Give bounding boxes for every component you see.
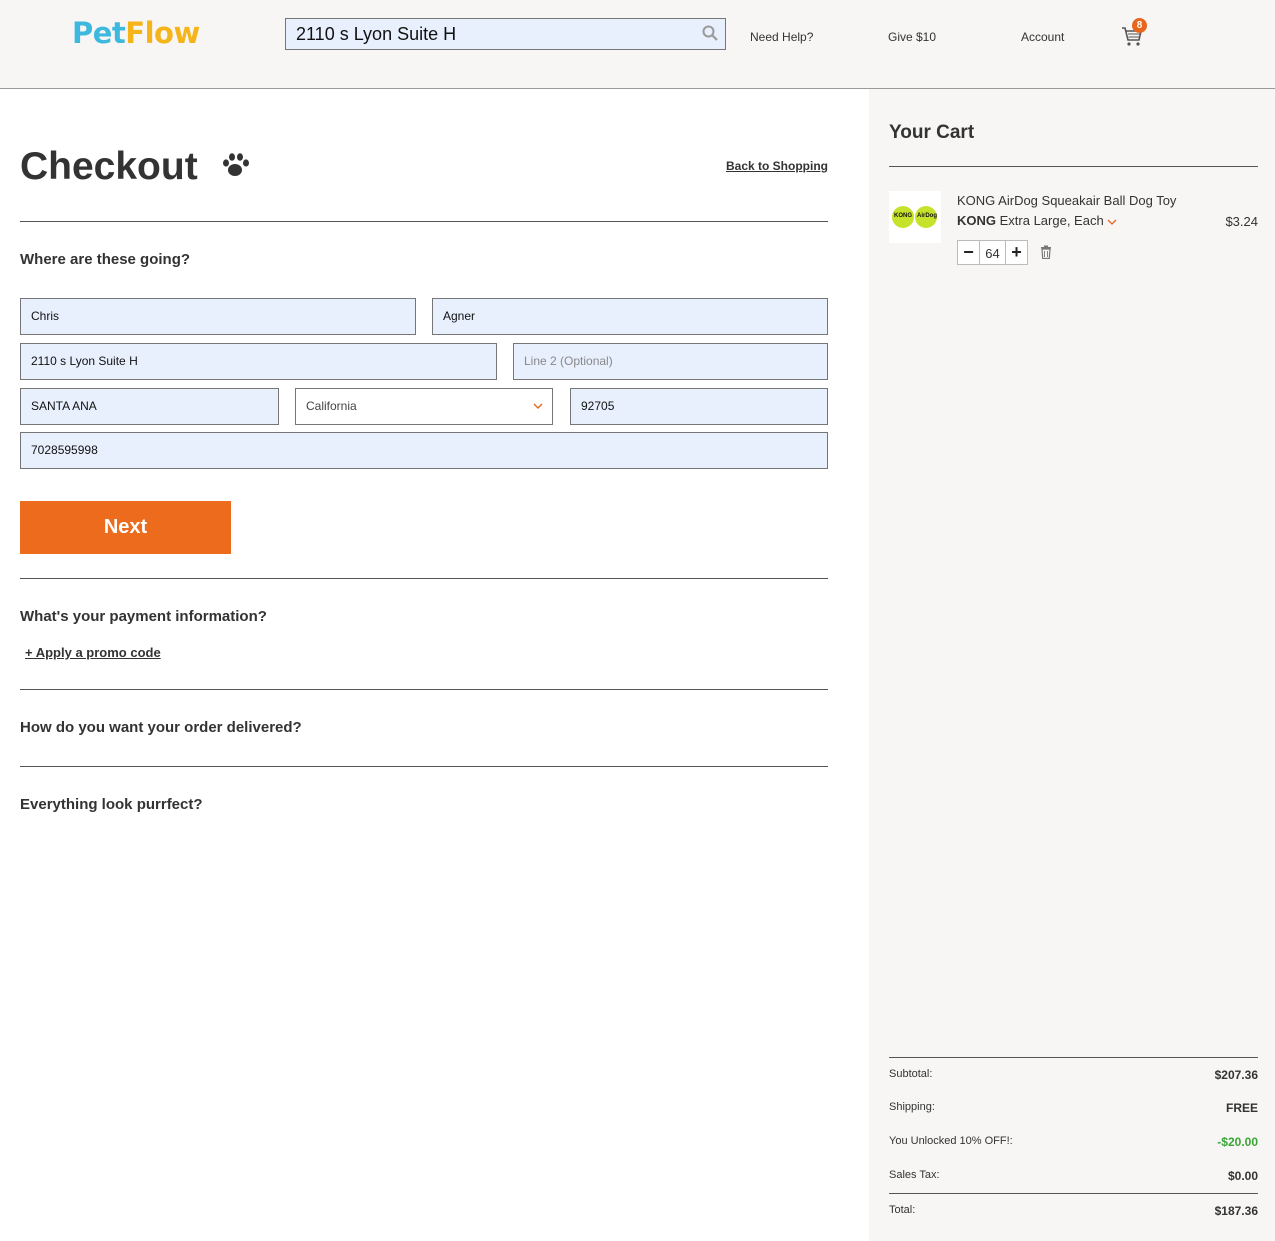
sales-tax-label: Sales Tax: — [889, 1169, 940, 1181]
product-thumbnail[interactable]: KONG AirDog — [889, 191, 941, 243]
back-to-shopping-link[interactable]: Back to Shopping — [726, 159, 828, 173]
search-icon[interactable] — [702, 25, 718, 41]
total-row: Total: $187.36 — [889, 1204, 1258, 1218]
divider — [889, 166, 1258, 167]
account-link[interactable]: Account — [1021, 30, 1064, 44]
paw-icon — [223, 153, 249, 176]
shipping-heading: Where are these going? — [20, 251, 191, 268]
logo-pet: Pet — [72, 16, 126, 50]
cart-item-brand: KONG — [957, 213, 996, 228]
trash-icon[interactable] — [1040, 245, 1052, 259]
sales-tax-value: $0.00 — [1227, 1169, 1258, 1183]
petflow-logo[interactable]: PetFlow — [72, 16, 200, 50]
need-help-link[interactable]: Need Help? — [750, 30, 813, 44]
minus-icon[interactable]: − — [958, 241, 980, 264]
search-input-value[interactable]: 2110 s Lyon Suite H — [296, 24, 456, 45]
review-heading: Everything look purrfect? — [20, 796, 203, 813]
payment-heading: What's your payment information? — [20, 608, 267, 625]
shipping-label: Shipping: — [889, 1101, 935, 1113]
search-input[interactable]: 2110 s Lyon Suite H — [285, 18, 726, 50]
cart-item-variant[interactable]: KONG Extra Large, Each — [957, 213, 1117, 228]
shipping-value: FREE — [1225, 1101, 1258, 1115]
city-field[interactable]: SANTA ANA — [20, 388, 279, 425]
apply-promo-code-link[interactable]: + Apply a promo code — [25, 645, 161, 660]
cart-sidebar: Your Cart KONG AirDog KONG AirDog Squeak… — [869, 89, 1275, 1241]
cart-item-price: $3.24 — [1225, 214, 1258, 229]
zip-field[interactable]: 92705 — [570, 388, 828, 425]
thumb-product-text: AirDog — [917, 213, 937, 219]
plus-icon[interactable]: + — [1005, 241, 1027, 264]
chevron-down-icon[interactable] — [1107, 217, 1117, 227]
state-select[interactable]: California — [295, 388, 553, 425]
page-title: Checkout — [20, 145, 198, 188]
shipping-row: Shipping: FREE — [889, 1101, 1258, 1115]
last-name-field[interactable]: Agner — [432, 298, 828, 335]
quantity-value[interactable]: 64 — [980, 246, 1005, 261]
phone-field[interactable]: 7028595998 — [20, 432, 828, 469]
discount-label: You Unlocked 10% OFF!: — [889, 1135, 1013, 1147]
site-header: PetFlow 2110 s Lyon Suite H Need Help? G… — [0, 0, 1275, 89]
chevron-down-icon — [533, 403, 543, 409]
cart-item-name[interactable]: KONG AirDog Squeakair Ball Dog Toy — [957, 193, 1176, 208]
subtotal-label: Subtotal: — [889, 1068, 933, 1080]
discount-value: -$20.00 — [1217, 1135, 1258, 1149]
logo-flow: Flow — [125, 16, 200, 50]
next-button[interactable]: Next — [20, 501, 231, 554]
cart-title: Your Cart — [889, 122, 975, 143]
subtotal-row: Subtotal: $207.36 — [889, 1068, 1258, 1082]
cart-count-badge: 8 — [1132, 18, 1147, 33]
give-ten-link[interactable]: Give $10 — [888, 30, 936, 44]
divider — [20, 221, 828, 222]
divider — [20, 689, 828, 690]
discount-row: You Unlocked 10% OFF!: -$20.00 — [889, 1135, 1258, 1149]
delivery-heading: How do you want your order delivered? — [20, 719, 302, 736]
total-label: Total: — [889, 1204, 916, 1216]
divider — [20, 578, 828, 579]
address-line1-field[interactable]: 2110 s Lyon Suite H — [20, 343, 497, 380]
thumb-brand-text: KONG — [894, 213, 912, 219]
divider — [20, 766, 828, 767]
total-value: $187.36 — [1214, 1204, 1258, 1218]
quantity-stepper: − 64 + — [957, 240, 1028, 265]
address-line2-field[interactable]: Line 2 (Optional) — [513, 343, 828, 380]
subtotal-value: $207.36 — [1214, 1068, 1258, 1082]
sales-tax-row: Sales Tax: $0.00 — [889, 1169, 1258, 1183]
divider — [889, 1193, 1258, 1194]
state-select-value: California — [306, 399, 357, 413]
first-name-field[interactable]: Chris — [20, 298, 416, 335]
divider — [889, 1057, 1258, 1058]
cart-item-variant-label: Extra Large, Each — [999, 213, 1104, 228]
